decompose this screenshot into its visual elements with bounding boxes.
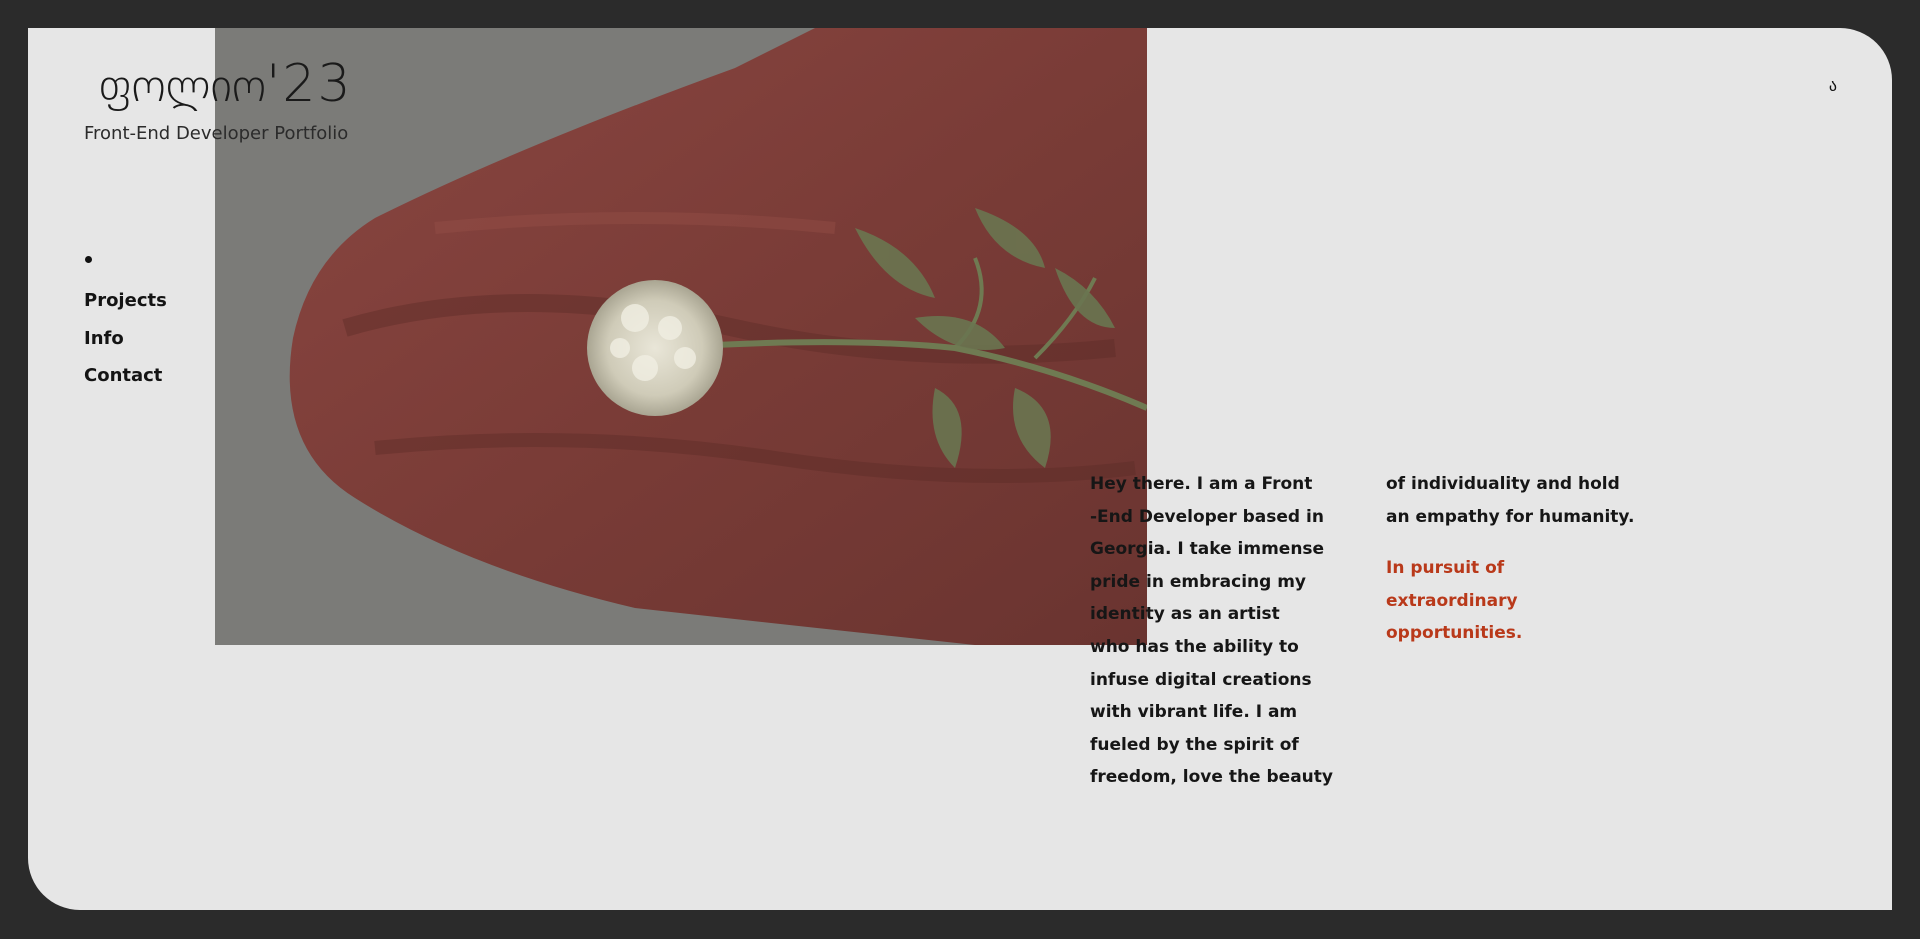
intro-text-left: Hey there. I am a Front -End Developer b… xyxy=(1090,468,1333,794)
nav-item-info[interactable]: Info xyxy=(84,320,167,358)
intro-line: of individuality and hold xyxy=(1386,474,1620,494)
intro-text-right: of individuality and hold an empathy for… xyxy=(1386,468,1646,650)
page-frame: ფოლიო'23 Front-End Developer Portfolio P… xyxy=(28,28,1892,910)
intro-line: an empathy for humanity. xyxy=(1386,506,1635,527)
nav-item-contact[interactable]: Contact xyxy=(84,357,167,395)
intro-line: Hey there. I am a Front xyxy=(1090,474,1313,494)
intro-line: Georgia. I take immense xyxy=(1090,539,1325,560)
intro-line: pride in embracing my xyxy=(1090,571,1307,592)
main-nav: Projects Info Contact xyxy=(84,256,167,395)
nav-item-projects[interactable]: Projects xyxy=(84,282,167,320)
intro-line: identity as an artist xyxy=(1090,604,1280,625)
flower-photo-illustration xyxy=(215,28,1147,645)
intro-line: fueled by the spirit of xyxy=(1090,734,1299,755)
logo-glyphs: ფოლიო xyxy=(98,58,267,112)
logo-year: '23 xyxy=(266,54,353,114)
tagline-line: opportunities. xyxy=(1386,623,1523,644)
language-toggle[interactable]: ა xyxy=(1829,76,1837,95)
nav-active-dot xyxy=(85,256,92,263)
site-subtitle: Front-End Developer Portfolio xyxy=(84,123,349,144)
hero-photo xyxy=(215,28,1147,645)
intro-line: freedom, love the beauty xyxy=(1090,767,1333,788)
intro-line: with vibrant life. I am xyxy=(1090,702,1298,723)
site-logo[interactable]: ფოლიო'23 xyxy=(98,58,353,110)
tagline-line: extraordinary xyxy=(1386,590,1518,611)
tagline-line: In pursuit of xyxy=(1386,558,1505,579)
tagline: In pursuit of extraordinary opportunitie… xyxy=(1386,552,1646,650)
intro-line: who has the ability to xyxy=(1090,636,1299,657)
intro-line: -End Developer based in xyxy=(1090,506,1324,527)
intro-line: infuse digital creations xyxy=(1090,669,1312,690)
